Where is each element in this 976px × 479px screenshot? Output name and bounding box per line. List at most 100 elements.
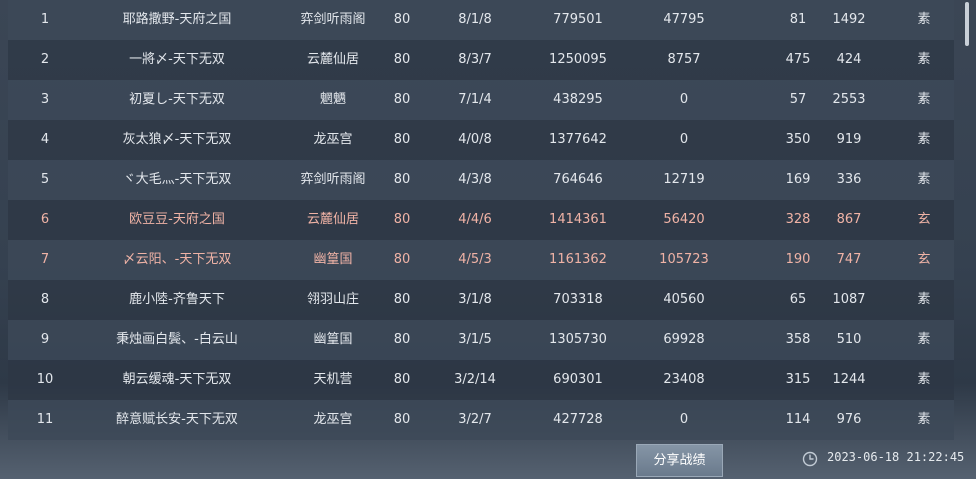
rank-cell: 11 <box>36 412 54 427</box>
kda-cell: 4/3/8 <box>458 172 492 187</box>
scoreboard-table: 1 耶路撒野-天府之国 弈剑听雨阁 80 8/1/8 779501 47795 81 1492 素… <box>8 0 954 440</box>
damage-cell: 438295 <box>553 92 603 107</box>
player-name: 秉烛画白鬓、-白云山 <box>116 332 238 347</box>
player-name: ヾ大毛灬-天下无双 <box>122 172 232 187</box>
player-name: 耶路撒野-天府之国 <box>122 12 232 27</box>
table-row[interactable]: 11 醉意赋长安-天下无双 龙巫宫 80 3/2/7 427728 0 114 976 素 <box>8 400 954 440</box>
damage-cell: 1305730 <box>549 332 607 347</box>
match-datetime: 2023-06-18 21:22:45 <box>827 450 965 464</box>
stat-a-cell: 190 <box>785 252 811 267</box>
kda-cell: 7/1/4 <box>458 92 492 107</box>
guild-name: 弈剑听雨阁 <box>300 12 366 27</box>
table-row[interactable]: 2 一將〆-天下无双 云麓仙居 80 8/3/7 1250095 8757 475 424 素 <box>8 40 954 80</box>
player-name: 灰太狼〆-天下无双 <box>122 132 232 147</box>
damage-cell: 703318 <box>553 292 603 307</box>
stat-b-cell: 424 <box>836 52 862 67</box>
table-row[interactable]: 1 耶路撒野-天府之国 弈剑听雨阁 80 8/1/8 779501 47795 81 1492 素 <box>8 0 954 40</box>
player-name: 初夏し-天下无双 <box>129 92 225 107</box>
level-cell: 80 <box>393 12 411 27</box>
stat-b-cell: 867 <box>836 212 862 227</box>
rating-badge: 素 <box>917 172 931 187</box>
player-name: 醉意赋长安-天下无双 <box>116 412 238 427</box>
stat-a-cell: 114 <box>785 412 811 427</box>
guild-name: 云麓仙居 <box>306 212 360 227</box>
damage-cell: 764646 <box>553 172 603 187</box>
guild-name: 弈剑听雨阁 <box>300 172 366 187</box>
damage-cell: 779501 <box>553 12 603 27</box>
table-row[interactable]: 6 欧豆豆-天府之国 云麓仙居 80 4/4/6 1414361 56420 328 867 玄 <box>8 200 954 240</box>
healing-cell: 56420 <box>663 212 705 227</box>
scrollbar-thumb[interactable] <box>965 2 969 46</box>
guild-name: 龙巫宫 <box>313 412 353 427</box>
rating-badge: 玄 <box>917 212 931 227</box>
stat-b-cell: 919 <box>836 132 862 147</box>
kda-cell: 3/2/7 <box>458 412 492 427</box>
table-row[interactable]: 4 灰太狼〆-天下无双 龙巫宫 80 4/0/8 1377642 0 350 919 素 <box>8 120 954 160</box>
damage-cell: 1377642 <box>549 132 607 147</box>
stat-a-cell: 350 <box>785 132 811 147</box>
rank-cell: 5 <box>40 172 50 187</box>
stat-a-cell: 57 <box>789 92 807 107</box>
table-row[interactable]: 3 初夏し-天下无双 魍魉 80 7/1/4 438295 0 57 2553 素 <box>8 80 954 120</box>
healing-cell: 105723 <box>659 252 709 267</box>
table-row[interactable]: 5 ヾ大毛灬-天下无双 弈剑听雨阁 80 4/3/8 764646 12719 169 336 素 <box>8 160 954 200</box>
rating-badge: 玄 <box>917 252 931 267</box>
table-row[interactable]: 9 秉烛画白鬓、-白云山 幽篁国 80 3/1/5 1305730 69928 358 510 素 <box>8 320 954 360</box>
damage-cell: 1250095 <box>549 52 607 67</box>
stat-a-cell: 65 <box>789 292 807 307</box>
rating-badge: 素 <box>917 92 931 107</box>
rating-badge: 素 <box>917 412 931 427</box>
level-cell: 80 <box>393 332 411 347</box>
rank-cell: 4 <box>40 132 50 147</box>
kda-cell: 3/1/8 <box>458 292 492 307</box>
table-row[interactable]: 10 朝云缓魂-天下无双 天机营 80 3/2/14 690301 23408 315 1244… <box>8 360 954 400</box>
scrollbar[interactable] <box>962 0 972 479</box>
healing-cell: 23408 <box>663 372 705 387</box>
level-cell: 80 <box>393 292 411 307</box>
stat-a-cell: 81 <box>789 12 807 27</box>
stat-b-cell: 976 <box>836 412 862 427</box>
table-row[interactable]: 7 〆云阳、-天下无双 幽篁国 80 4/5/3 1161362 105723 190 747 玄 <box>8 240 954 280</box>
level-cell: 80 <box>393 252 411 267</box>
rank-cell: 2 <box>40 52 50 67</box>
player-name: 一將〆-天下无双 <box>129 52 225 67</box>
stat-a-cell: 475 <box>785 52 811 67</box>
damage-cell: 427728 <box>553 412 603 427</box>
healing-cell: 0 <box>679 412 689 427</box>
rank-cell: 1 <box>40 12 50 27</box>
guild-name: 魍魉 <box>319 92 347 107</box>
healing-cell: 0 <box>679 132 689 147</box>
damage-cell: 690301 <box>553 372 603 387</box>
stat-b-cell: 1244 <box>832 372 866 387</box>
guild-name: 翎羽山庄 <box>306 292 360 307</box>
kda-cell: 3/2/14 <box>454 372 496 387</box>
guild-name: 云麓仙居 <box>306 52 360 67</box>
level-cell: 80 <box>393 412 411 427</box>
kda-cell: 4/4/6 <box>458 212 492 227</box>
rank-cell: 8 <box>40 292 50 307</box>
kda-cell: 8/3/7 <box>458 52 492 67</box>
share-results-button[interactable]: 分享战绩 <box>636 444 723 477</box>
level-cell: 80 <box>393 372 411 387</box>
clock-icon <box>802 451 818 467</box>
rating-badge: 素 <box>917 292 931 307</box>
stat-b-cell: 336 <box>836 172 862 187</box>
healing-cell: 12719 <box>663 172 705 187</box>
player-name: 朝云缓魂-天下无双 <box>122 372 232 387</box>
kda-cell: 3/1/5 <box>458 332 492 347</box>
rank-cell: 3 <box>40 92 50 107</box>
table-row[interactable]: 8 鹿小陸-齐鲁天下 翎羽山庄 80 3/1/8 703318 40560 65 1087 素 <box>8 280 954 320</box>
kda-cell: 4/5/3 <box>458 252 492 267</box>
stat-a-cell: 358 <box>785 332 811 347</box>
level-cell: 80 <box>393 172 411 187</box>
guild-name: 龙巫宫 <box>313 132 353 147</box>
rank-cell: 7 <box>40 252 50 267</box>
rating-badge: 素 <box>917 132 931 147</box>
player-name: 鹿小陸-齐鲁天下 <box>129 292 225 307</box>
rating-badge: 素 <box>917 52 931 67</box>
healing-cell: 40560 <box>663 292 705 307</box>
level-cell: 80 <box>393 212 411 227</box>
rating-badge: 素 <box>917 372 931 387</box>
kda-cell: 8/1/8 <box>458 12 492 27</box>
rating-badge: 素 <box>917 332 931 347</box>
